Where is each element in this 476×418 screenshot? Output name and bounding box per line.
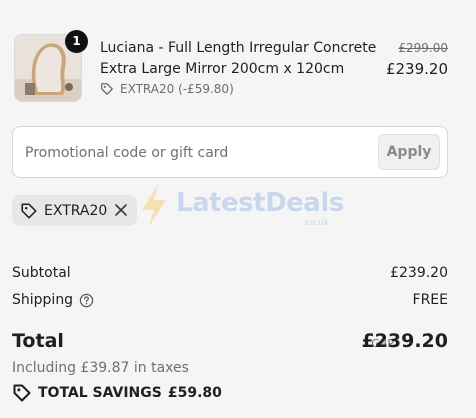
subtotal-value: £239.20: [390, 265, 448, 281]
taxes-text: Including £39.87 in taxes: [12, 360, 189, 376]
original-price: £299.00: [398, 41, 448, 55]
applied-code-text: EXTRA20: [44, 202, 108, 219]
help-icon[interactable]: [79, 293, 94, 308]
watermark-text: LatestDeals: [176, 188, 344, 218]
cart-line-item: 1 Luciana - Full Length Irregular Concre…: [12, 30, 462, 106]
total-label: Total: [12, 330, 64, 352]
applied-code-chip: EXTRA20: [12, 195, 137, 226]
quantity-badge: 1: [65, 30, 88, 53]
apply-button[interactable]: Apply: [378, 134, 440, 170]
savings-label: TOTAL SAVINGS: [38, 385, 162, 401]
promo-code-input[interactable]: [13, 127, 387, 179]
product-discount: EXTRA20 (-£59.80): [100, 82, 234, 96]
tag-icon: [21, 202, 37, 219]
total-savings: TOTAL SAVINGS £59.80: [12, 383, 222, 403]
tag-icon: [13, 384, 31, 402]
product-price: £239.20: [385, 60, 448, 78]
lightning-icon: [142, 184, 166, 228]
close-icon[interactable]: [113, 202, 129, 218]
shipping-value: FREE: [412, 292, 448, 308]
product-discount-text: EXTRA20 (-£59.80): [120, 82, 234, 96]
watermark-sub: .co.uk: [302, 218, 329, 228]
shipping-label-group: Shipping: [12, 292, 94, 308]
tag-icon: [101, 83, 113, 95]
promo-code-box: Apply: [12, 126, 448, 179]
watermark-logo: LatestDeals .co.uk: [134, 182, 344, 230]
savings-value: £59.80: [167, 385, 222, 401]
total-value: £239.20: [361, 330, 448, 352]
product-title: Luciana - Full Length Irregular Concrete…: [100, 40, 377, 77]
subtotal-label: Subtotal: [12, 265, 71, 281]
shipping-label: Shipping: [12, 292, 74, 308]
